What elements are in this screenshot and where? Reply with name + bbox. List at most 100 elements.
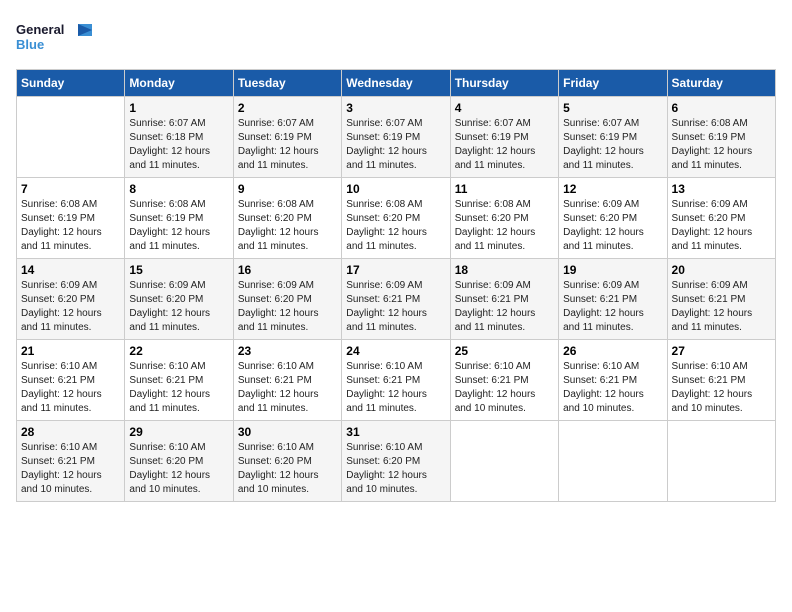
day-number: 30: [238, 425, 337, 439]
day-info: Sunrise: 6:07 AMSunset: 6:19 PMDaylight:…: [563, 117, 662, 173]
day-cell: 2 Sunrise: 6:07 AMSunset: 6:19 PMDaylight…: [233, 97, 341, 178]
day-number: 2: [238, 101, 337, 115]
header-friday: Friday: [559, 70, 667, 97]
day-info: Sunrise: 6:10 AMSunset: 6:21 PMDaylight:…: [21, 360, 120, 416]
day-cell: 19 Sunrise: 6:09 AMSunset: 6:21 PMDayligh…: [559, 259, 667, 340]
day-cell: 29Sunrise: 6:10 AMSunset: 6:20 PMDayligh…: [125, 421, 233, 502]
day-cell: 15Sunrise: 6:09 AMSunset: 6:20 PMDayligh…: [125, 259, 233, 340]
day-info: Sunrise: 6:08 AMSunset: 6:20 PMDaylight:…: [238, 198, 337, 254]
day-info: Sunrise: 6:09 AMSunset: 6:21 PMDaylight:…: [563, 279, 662, 335]
day-cell: 30Sunrise: 6:10 AMSunset: 6:20 PMDayligh…: [233, 421, 341, 502]
header-sunday: Sunday: [17, 70, 125, 97]
day-cell: 9 Sunrise: 6:08 AMSunset: 6:20 PMDaylight…: [233, 178, 341, 259]
day-info: Sunrise: 6:08 AMSunset: 6:20 PMDaylight:…: [455, 198, 554, 254]
day-cell: 25Sunrise: 6:10 AMSunset: 6:21 PMDayligh…: [450, 340, 558, 421]
day-cell: 31 Sunrise: 6:10 AMSunset: 6:20 PMDayligh…: [342, 421, 450, 502]
day-info: Sunrise: 6:07 AMSunset: 6:19 PMDaylight:…: [346, 117, 445, 173]
day-info: Sunrise: 6:10 AMSunset: 6:21 PMDaylight:…: [238, 360, 337, 416]
day-cell: 18 Sunrise: 6:09 AMSunset: 6:21 PMDayligh…: [450, 259, 558, 340]
day-cell: 27 Sunrise: 6:10 AMSunset: 6:21 PMDayligh…: [667, 340, 775, 421]
day-cell: 22 Sunrise: 6:10 AMSunset: 6:21 PMDayligh…: [125, 340, 233, 421]
day-info: Sunrise: 6:10 AMSunset: 6:21 PMDaylight:…: [129, 360, 228, 416]
day-number: 16: [238, 263, 337, 277]
day-number: 9: [238, 182, 337, 196]
day-cell: 20 Sunrise: 6:09 AMSunset: 6:21 PMDayligh…: [667, 259, 775, 340]
day-number: 11: [455, 182, 554, 196]
svg-text:General: General: [16, 22, 64, 37]
day-info: Sunrise: 6:08 AMSunset: 6:19 PMDaylight:…: [129, 198, 228, 254]
header-monday: Monday: [125, 70, 233, 97]
day-info: Sunrise: 6:09 AMSunset: 6:21 PMDaylight:…: [672, 279, 771, 335]
day-cell: 7 Sunrise: 6:08 AMSunset: 6:19 PMDaylight…: [17, 178, 125, 259]
day-info: Sunrise: 6:08 AMSunset: 6:20 PMDaylight:…: [346, 198, 445, 254]
day-number: 21: [21, 344, 120, 358]
day-cell: 11 Sunrise: 6:08 AMSunset: 6:20 PMDayligh…: [450, 178, 558, 259]
week-row-2: 7 Sunrise: 6:08 AMSunset: 6:19 PMDaylight…: [17, 178, 776, 259]
day-cell: 17 Sunrise: 6:09 AMSunset: 6:21 PMDayligh…: [342, 259, 450, 340]
day-info: Sunrise: 6:10 AMSunset: 6:20 PMDaylight:…: [346, 441, 445, 497]
header-tuesday: Tuesday: [233, 70, 341, 97]
day-number: 28: [21, 425, 120, 439]
day-cell: 16 Sunrise: 6:09 AMSunset: 6:20 PMDayligh…: [233, 259, 341, 340]
day-cell: 1 Sunrise: 6:07 AMSunset: 6:18 PMDaylight…: [125, 97, 233, 178]
logo-svg: General Blue: [16, 16, 96, 61]
header-wednesday: Wednesday: [342, 70, 450, 97]
day-number: 19: [563, 263, 662, 277]
day-number: 25: [455, 344, 554, 358]
day-number: 6: [672, 101, 771, 115]
week-row-5: 28 Sunrise: 6:10 AMSunset: 6:21 PMDayligh…: [17, 421, 776, 502]
day-cell: 21 Sunrise: 6:10 AMSunset: 6:21 PMDayligh…: [17, 340, 125, 421]
day-number: 22: [129, 344, 228, 358]
calendar-header-row: SundayMondayTuesdayWednesdayThursdayFrid…: [17, 70, 776, 97]
logo: General Blue: [16, 16, 96, 61]
day-info: Sunrise: 6:10 AMSunset: 6:21 PMDaylight:…: [563, 360, 662, 416]
day-info: Sunrise: 6:07 AMSunset: 6:18 PMDaylight:…: [129, 117, 228, 173]
day-cell: 3Sunrise: 6:07 AMSunset: 6:19 PMDaylight…: [342, 97, 450, 178]
day-info: Sunrise: 6:08 AMSunset: 6:19 PMDaylight:…: [672, 117, 771, 173]
day-info: Sunrise: 6:09 AMSunset: 6:21 PMDaylight:…: [346, 279, 445, 335]
day-number: 17: [346, 263, 445, 277]
day-cell: [17, 97, 125, 178]
day-info: Sunrise: 6:09 AMSunset: 6:20 PMDaylight:…: [563, 198, 662, 254]
day-info: Sunrise: 6:09 AMSunset: 6:21 PMDaylight:…: [455, 279, 554, 335]
day-cell: 8Sunrise: 6:08 AMSunset: 6:19 PMDaylight…: [125, 178, 233, 259]
day-cell: 26 Sunrise: 6:10 AMSunset: 6:21 PMDayligh…: [559, 340, 667, 421]
day-cell: 10 Sunrise: 6:08 AMSunset: 6:20 PMDayligh…: [342, 178, 450, 259]
day-number: 20: [672, 263, 771, 277]
week-row-1: 1 Sunrise: 6:07 AMSunset: 6:18 PMDaylight…: [17, 97, 776, 178]
day-number: 14: [21, 263, 120, 277]
day-number: 26: [563, 344, 662, 358]
day-cell: 23 Sunrise: 6:10 AMSunset: 6:21 PMDayligh…: [233, 340, 341, 421]
day-info: Sunrise: 6:09 AMSunset: 6:20 PMDaylight:…: [238, 279, 337, 335]
day-info: Sunrise: 6:07 AMSunset: 6:19 PMDaylight:…: [455, 117, 554, 173]
day-number: 1: [129, 101, 228, 115]
day-number: 4: [455, 101, 554, 115]
day-number: 13: [672, 182, 771, 196]
day-info: Sunrise: 6:09 AMSunset: 6:20 PMDaylight:…: [672, 198, 771, 254]
svg-text:Blue: Blue: [16, 37, 44, 52]
day-number: 18: [455, 263, 554, 277]
day-cell: 4 Sunrise: 6:07 AMSunset: 6:19 PMDaylight…: [450, 97, 558, 178]
day-cell: 13 Sunrise: 6:09 AMSunset: 6:20 PMDayligh…: [667, 178, 775, 259]
week-row-4: 21 Sunrise: 6:10 AMSunset: 6:21 PMDayligh…: [17, 340, 776, 421]
day-info: Sunrise: 6:07 AMSunset: 6:19 PMDaylight:…: [238, 117, 337, 173]
day-number: 5: [563, 101, 662, 115]
header-saturday: Saturday: [667, 70, 775, 97]
day-number: 10: [346, 182, 445, 196]
page-header: General Blue: [16, 16, 776, 61]
day-cell: 28 Sunrise: 6:10 AMSunset: 6:21 PMDayligh…: [17, 421, 125, 502]
day-info: Sunrise: 6:09 AMSunset: 6:20 PMDaylight:…: [129, 279, 228, 335]
day-info: Sunrise: 6:10 AMSunset: 6:21 PMDaylight:…: [672, 360, 771, 416]
day-info: Sunrise: 6:10 AMSunset: 6:21 PMDaylight:…: [21, 441, 120, 497]
day-info: Sunrise: 6:08 AMSunset: 6:19 PMDaylight:…: [21, 198, 120, 254]
day-number: 23: [238, 344, 337, 358]
day-cell: 12Sunrise: 6:09 AMSunset: 6:20 PMDayligh…: [559, 178, 667, 259]
day-cell: 6 Sunrise: 6:08 AMSunset: 6:19 PMDaylight…: [667, 97, 775, 178]
day-number: 31: [346, 425, 445, 439]
day-number: 27: [672, 344, 771, 358]
day-cell: [667, 421, 775, 502]
day-info: Sunrise: 6:09 AMSunset: 6:20 PMDaylight:…: [21, 279, 120, 335]
day-cell: [559, 421, 667, 502]
day-number: 7: [21, 182, 120, 196]
day-cell: 14 Sunrise: 6:09 AMSunset: 6:20 PMDayligh…: [17, 259, 125, 340]
